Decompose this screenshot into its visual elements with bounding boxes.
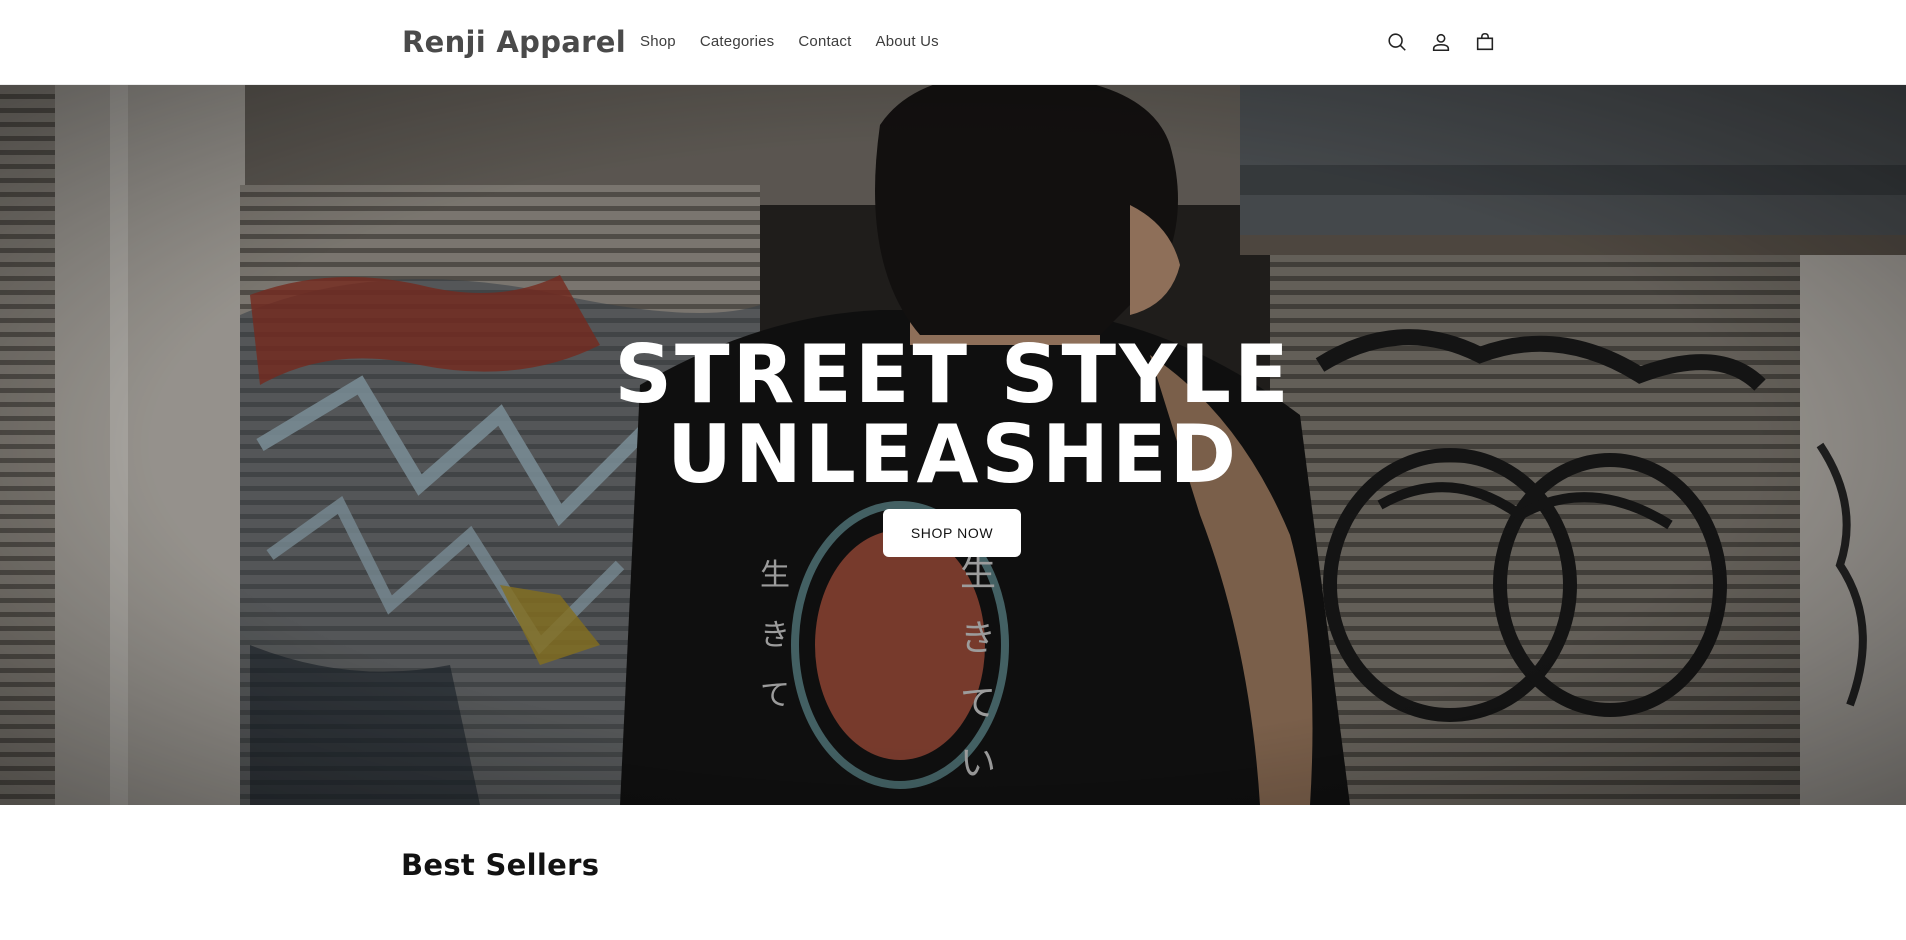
- hero-banner: 生 き て 生 き て い STREET STYLE UNLEASHED SHO…: [0, 85, 1906, 805]
- nav-link-shop[interactable]: Shop: [640, 31, 676, 53]
- hero-title: STREET STYLE UNLEASHED: [0, 335, 1906, 495]
- nav-link-categories[interactable]: Categories: [700, 31, 775, 53]
- site-logo[interactable]: Renji Apparel: [402, 22, 626, 62]
- search-icon[interactable]: [1383, 27, 1411, 57]
- shop-now-button[interactable]: SHOP NOW: [883, 509, 1021, 557]
- nav-link-contact[interactable]: Contact: [798, 31, 851, 53]
- cart-icon[interactable]: [1471, 27, 1499, 57]
- header-icons: [1383, 27, 1499, 57]
- hero-title-line1: STREET STYLE: [614, 328, 1292, 421]
- hero-title-line2: UNLEASHED: [666, 408, 1240, 501]
- main-nav: Shop Categories Contact About Us: [640, 31, 963, 53]
- best-sellers-heading: Best Sellers: [401, 848, 600, 882]
- nav-link-about-us[interactable]: About Us: [876, 31, 939, 53]
- site-header: Renji Apparel Shop Categories Contact Ab…: [0, 0, 1906, 85]
- account-icon[interactable]: [1427, 27, 1455, 57]
